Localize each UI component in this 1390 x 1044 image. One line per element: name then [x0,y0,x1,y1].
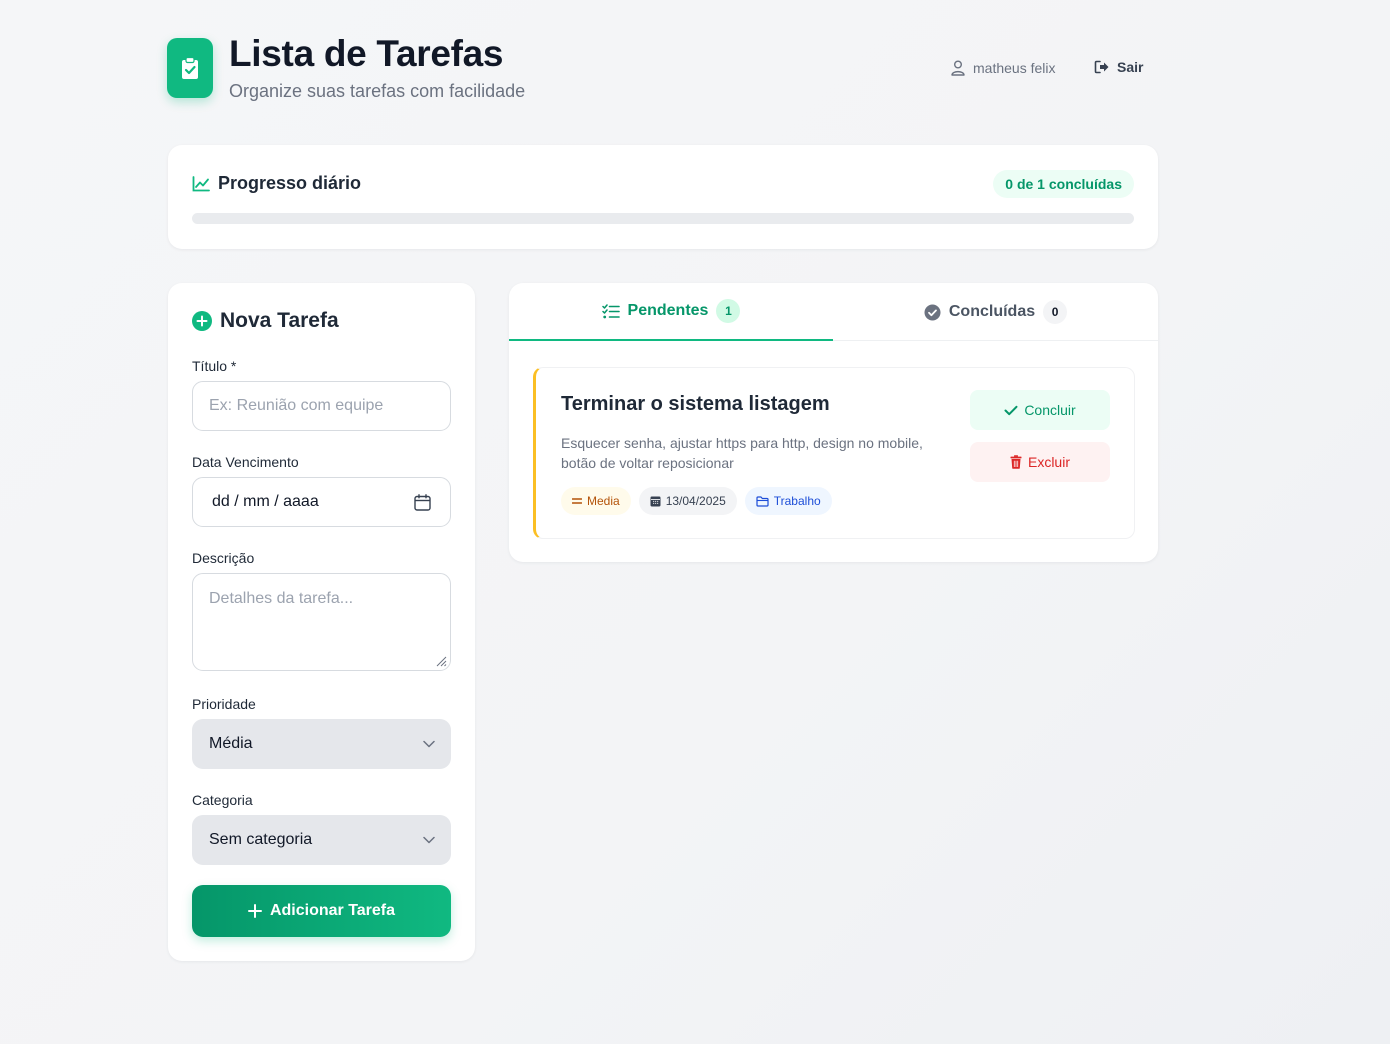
trash-icon [1010,455,1022,469]
category-value: Sem categoria [209,831,313,848]
pending-count-badge: 1 [716,299,741,323]
delete-label: Excluir [1027,454,1070,470]
category-tag-label: Trabalho [773,494,821,508]
due-date-tag: 13/04/2025 [638,487,737,515]
user-icon [951,60,965,76]
logout-label: Sair [1117,59,1144,75]
priority-tag: Media [561,487,631,515]
logo [167,38,213,98]
plus-icon [247,904,262,918]
new-task-card: Nova Tarefa Título * Data Vencimento dd … [168,283,475,961]
progress-card: Progresso diário 0 de 1 concluídas [168,145,1158,249]
app-subtitle: Organize suas tarefas com facilidade [229,81,526,101]
description-label: Descrição [192,550,255,566]
completed-count-badge: 0 [1043,300,1068,324]
category-tag: Trabalho [744,487,832,515]
tab-pending-label: Pendentes [627,302,709,319]
title-input[interactable] [192,381,451,431]
task-description: Esquecer senha, ajustar https para http,… [561,435,923,471]
tab-pending[interactable]: Pendentes 1 [509,283,833,341]
logout-button[interactable]: Sair [1094,59,1143,75]
equals-icon [572,497,582,505]
tasks-card: Pendentes 1 Concluídas 0 Terminar o sist… [509,283,1158,562]
category-label: Categoria [192,792,253,808]
due-date-label: Data Vencimento [192,454,299,470]
progress-badge: 0 de 1 concluídas [993,170,1134,198]
progress-title: Progresso diário [192,173,361,194]
delete-button[interactable]: Excluir [970,442,1110,482]
list-check-icon [601,303,620,319]
description-input[interactable] [192,573,451,671]
check-icon [1004,405,1018,416]
plus-circle-icon [192,311,212,331]
conclude-label: Concluir [1024,402,1076,418]
task-item: Terminar o sistema listagem Esquecer sen… [533,367,1135,539]
due-date-input[interactable]: dd / mm / aaaa [192,477,451,527]
app-header: Lista de Tarefas Organize suas tarefas c… [167,33,1157,103]
resize-handle-icon[interactable] [435,655,447,667]
clipboard-check-icon [180,56,200,80]
priority-select[interactable]: Média [192,719,451,769]
check-circle-icon [924,304,941,321]
app-title: Lista de Tarefas [229,33,504,74]
title-label: Título * [192,358,237,374]
user-info: matheus felix [951,60,1055,76]
priority-value: Média [209,735,253,752]
task-tabs: Pendentes 1 Concluídas 0 [509,283,1158,341]
add-task-button[interactable]: Adicionar Tarefa [192,885,451,937]
task-title: Terminar o sistema listagem [561,393,830,415]
chart-line-icon [192,175,210,192]
progress-title-label: Progresso diário [218,173,362,193]
folder-icon [756,495,769,507]
priority-tag-label: Media [587,494,620,508]
progress-bar [192,213,1134,224]
calendar-icon[interactable] [414,493,431,511]
category-select[interactable]: Sem categoria [192,815,451,865]
chevron-down-icon [423,836,435,844]
chevron-down-icon [423,740,435,748]
task-tags: Media 13/04/2025 Trabalho [561,487,832,515]
form-title-label: Nova Tarefa [220,309,339,332]
calendar-icon [650,495,661,507]
due-date-placeholder: dd / mm / aaaa [212,493,319,510]
add-task-label: Adicionar Tarefa [269,902,396,919]
tab-completed[interactable]: Concluídas 0 [833,283,1158,341]
due-date-tag-label: 13/04/2025 [665,494,726,508]
user-name: matheus felix [973,60,1056,76]
priority-label: Prioridade [192,696,256,712]
tab-completed-label: Concluídas [948,303,1036,320]
form-title: Nova Tarefa [192,309,339,333]
conclude-button[interactable]: Concluir [970,390,1110,430]
sign-out-icon [1094,60,1110,74]
